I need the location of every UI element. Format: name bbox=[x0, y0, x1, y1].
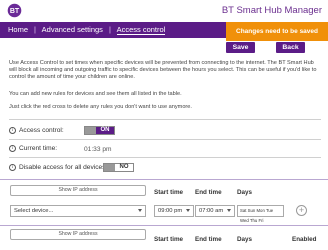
info-icon[interactable]: i bbox=[9, 127, 16, 134]
column-header-days: Days bbox=[237, 189, 253, 196]
column-header-end-time: End time bbox=[195, 236, 222, 243]
table-divider-rule bbox=[0, 225, 328, 226]
current-time-value: 01:33 pm bbox=[84, 146, 112, 153]
add-rule-icon[interactable]: + bbox=[296, 205, 307, 216]
end-time-select[interactable]: 07:00 am bbox=[195, 205, 235, 217]
toggle-state: ON bbox=[96, 127, 114, 134]
column-header-start-time: Start time bbox=[154, 236, 184, 243]
chevron-down-icon bbox=[227, 209, 231, 212]
intro-delete-rules-text: Just click the red cross to delete any r… bbox=[9, 104, 192, 110]
show-ip-address-button[interactable]: Show IP address bbox=[10, 229, 146, 240]
info-icon[interactable]: i bbox=[9, 145, 16, 152]
unsaved-changes-banner: Changes need to be saved bbox=[226, 22, 328, 41]
toggle-state: NO bbox=[115, 164, 133, 171]
back-button[interactable]: Back bbox=[276, 42, 305, 53]
intro-add-rules-text: You can add new rules for devices and se… bbox=[9, 91, 182, 97]
breadcrumb-separator: | bbox=[34, 25, 36, 34]
divider bbox=[9, 119, 321, 120]
bt-logo-icon: BT bbox=[7, 3, 22, 18]
show-ip-address-button[interactable]: Show IP address bbox=[10, 185, 146, 196]
table-top-rule bbox=[0, 179, 328, 180]
breadcrumb-home[interactable]: Home bbox=[8, 25, 28, 34]
access-control-toggle[interactable]: ON bbox=[84, 126, 115, 135]
disable-all-toggle[interactable]: NO bbox=[103, 163, 134, 172]
column-header-days: Days bbox=[237, 236, 253, 243]
chevron-down-icon bbox=[138, 209, 142, 212]
breadcrumb-advanced-settings[interactable]: Advanced settings bbox=[42, 25, 103, 34]
breadcrumb-access-control: Access control bbox=[116, 25, 166, 35]
start-time-select[interactable]: 09:00 pm bbox=[154, 205, 194, 217]
column-header-enabled: Enabled bbox=[292, 236, 317, 243]
info-icon[interactable]: i bbox=[9, 164, 16, 171]
divider bbox=[9, 139, 321, 140]
intro-paragraph: Use Access Control to set times when spe… bbox=[9, 60, 317, 81]
breadcrumb-separator: | bbox=[108, 25, 111, 34]
toggle-knob bbox=[104, 164, 115, 171]
app-header: BT BT Smart Hub Manager bbox=[0, 0, 328, 22]
device-select[interactable]: Select device... bbox=[10, 205, 146, 217]
divider bbox=[9, 157, 321, 158]
chevron-down-icon bbox=[186, 209, 190, 212]
save-button[interactable]: Save bbox=[226, 42, 255, 53]
column-header-start-time: Start time bbox=[154, 189, 184, 196]
column-header-end-time: End time bbox=[195, 189, 222, 196]
current-time-label: i Current time: bbox=[9, 145, 57, 152]
disable-all-label: i Disable access for all devices: bbox=[9, 164, 107, 171]
svg-text:BT: BT bbox=[10, 8, 20, 15]
access-control-label: i Access control: bbox=[9, 127, 64, 134]
app-title: BT Smart Hub Manager bbox=[221, 5, 322, 16]
days-select[interactable]: Sat Sun Mon Tue Wed Thu Fri bbox=[237, 205, 284, 223]
toggle-knob bbox=[85, 127, 96, 134]
